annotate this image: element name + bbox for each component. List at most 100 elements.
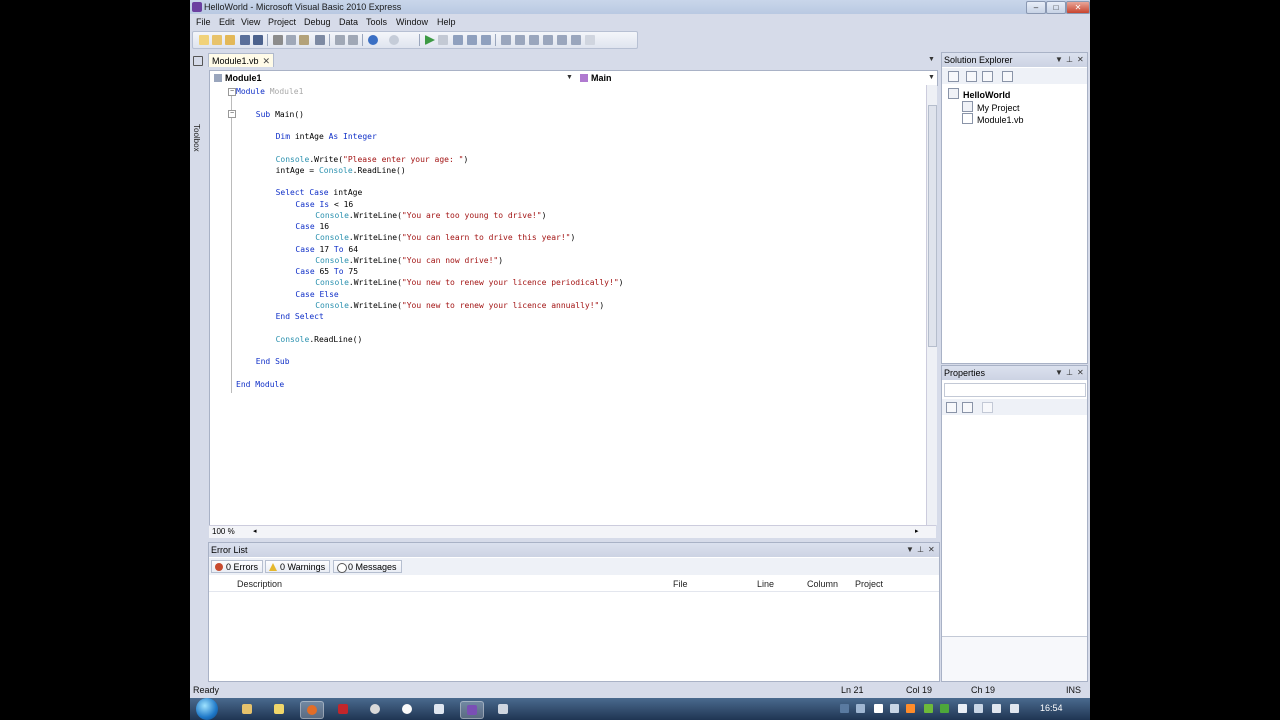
- pin-icon[interactable]: ⊥: [917, 543, 924, 557]
- taskbar-media[interactable]: [396, 701, 418, 717]
- tray-icon[interactable]: [856, 704, 865, 713]
- menu-edit[interactable]: Edit: [219, 17, 235, 27]
- show-all-files-icon[interactable]: [966, 71, 977, 82]
- tray-icon[interactable]: [906, 704, 915, 713]
- save-all-icon[interactable]: [253, 35, 263, 45]
- redo-icon[interactable]: [389, 35, 399, 45]
- column-column[interactable]: Column: [807, 579, 838, 589]
- maximize-button[interactable]: □: [1046, 1, 1066, 14]
- panel-close-icon[interactable]: ✕: [1077, 366, 1084, 380]
- open-file-icon[interactable]: [225, 35, 235, 45]
- menu-debug[interactable]: Debug: [304, 17, 331, 27]
- add-item-icon[interactable]: [212, 35, 222, 45]
- scroll-left-icon[interactable]: ◂: [253, 526, 257, 538]
- toolbox-icon[interactable]: [529, 35, 539, 45]
- taskbar-filezilla[interactable]: [332, 701, 354, 717]
- panel-close-icon[interactable]: ✕: [928, 543, 935, 557]
- method-dropdown[interactable]: Main: [580, 71, 612, 85]
- find-icon[interactable]: [315, 35, 325, 45]
- taskbar-clock[interactable]: 16:54: [1040, 703, 1063, 713]
- scroll-right-icon[interactable]: ▸: [915, 526, 919, 538]
- menu-window[interactable]: Window: [396, 17, 428, 27]
- taskbar-app[interactable]: [364, 701, 386, 717]
- menu-help[interactable]: Help: [437, 17, 456, 27]
- panel-dropdown-icon[interactable]: ▼: [1055, 366, 1063, 380]
- copy-icon[interactable]: [286, 35, 296, 45]
- pin-icon[interactable]: ⊥: [1066, 53, 1073, 67]
- toolbox-label[interactable]: Toolbox: [192, 124, 201, 152]
- step-over-icon[interactable]: [467, 35, 477, 45]
- tree-item-module1[interactable]: Module1.vb: [962, 113, 1024, 125]
- toolbox-pin-icon[interactable]: [193, 56, 203, 66]
- property-pages-icon[interactable]: [982, 402, 993, 413]
- minimize-button[interactable]: –: [1026, 1, 1046, 14]
- step-out-icon[interactable]: [481, 35, 491, 45]
- object-browser-icon[interactable]: [543, 35, 553, 45]
- save-icon[interactable]: [240, 35, 250, 45]
- step-into-icon[interactable]: [453, 35, 463, 45]
- class-dropdown[interactable]: Module1: [214, 71, 262, 85]
- volume-icon[interactable]: [1010, 704, 1019, 713]
- properties-icon[interactable]: [948, 71, 959, 82]
- stop-icon[interactable]: [438, 35, 448, 45]
- class-dropdown-arrow-icon[interactable]: ▼: [566, 71, 573, 85]
- refresh-icon[interactable]: [982, 71, 993, 82]
- close-button[interactable]: ✕: [1066, 1, 1090, 14]
- collapse-sub-icon[interactable]: −: [228, 110, 236, 118]
- tray-icon[interactable]: [890, 704, 899, 713]
- panel-close-icon[interactable]: ✕: [1077, 53, 1084, 67]
- menu-data[interactable]: Data: [339, 17, 358, 27]
- properties-window-icon[interactable]: [515, 35, 525, 45]
- toolbox-strip[interactable]: Toolbox: [190, 52, 204, 682]
- tray-icon[interactable]: [874, 704, 883, 713]
- tray-icon[interactable]: [958, 704, 967, 713]
- taskbar-firefox[interactable]: [300, 701, 324, 719]
- menu-project[interactable]: Project: [268, 17, 296, 27]
- alphabetical-icon[interactable]: [962, 402, 973, 413]
- tree-item-my-project[interactable]: My Project: [962, 101, 1020, 113]
- close-tab-icon[interactable]: ✕: [262, 54, 270, 68]
- taskbar-window[interactable]: [428, 701, 450, 717]
- column-project[interactable]: Project: [855, 579, 883, 589]
- solution-explorer-icon[interactable]: [501, 35, 511, 45]
- error-list-icon[interactable]: [557, 35, 567, 45]
- taskbar-notes[interactable]: [268, 701, 290, 717]
- toolbar-options-icon[interactable]: [585, 35, 595, 45]
- network-icon[interactable]: [992, 704, 1001, 713]
- menu-view[interactable]: View: [241, 17, 260, 27]
- menu-file[interactable]: File: [196, 17, 211, 27]
- column-description[interactable]: Description: [237, 579, 282, 589]
- properties-object-dropdown[interactable]: [944, 383, 1086, 397]
- tray-icon[interactable]: [940, 704, 949, 713]
- menu-tools[interactable]: Tools: [366, 17, 387, 27]
- taskbar-paint[interactable]: [492, 701, 514, 717]
- scrollbar-thumb[interactable]: [928, 105, 937, 347]
- taskbar-visual-basic[interactable]: [460, 701, 484, 719]
- categorized-icon[interactable]: [946, 402, 957, 413]
- cut-icon[interactable]: [273, 35, 283, 45]
- panel-dropdown-icon[interactable]: ▼: [1055, 53, 1063, 67]
- start-debugging-icon[interactable]: [425, 35, 435, 45]
- code-editor[interactable]: − − Module Module1 Sub Main() Dim intAge A…: [209, 85, 927, 525]
- new-project-icon[interactable]: [199, 35, 209, 45]
- editor-vertical-scrollbar[interactable]: [926, 85, 937, 525]
- tray-icon[interactable]: [974, 704, 983, 713]
- column-line[interactable]: Line: [757, 579, 774, 589]
- tree-project-helloworld[interactable]: HelloWorld: [948, 88, 1010, 100]
- method-dropdown-arrow-icon[interactable]: ▼: [928, 71, 935, 85]
- collapse-module-icon[interactable]: −: [228, 88, 236, 96]
- start-button[interactable]: [196, 698, 218, 720]
- paste-icon[interactable]: [299, 35, 309, 45]
- taskbar-explorer[interactable]: [236, 701, 258, 717]
- tab-module1[interactable]: Module1.vb ✕: [208, 53, 274, 67]
- extension-manager-icon[interactable]: [571, 35, 581, 45]
- zoom-level[interactable]: 100 %: [212, 526, 235, 538]
- messages-filter-button[interactable]: 0 Messages: [333, 560, 402, 573]
- errors-filter-button[interactable]: 0 Errors: [211, 560, 264, 573]
- view-code-icon[interactable]: [1002, 71, 1013, 82]
- pin-icon[interactable]: ⊥: [1066, 366, 1073, 380]
- undo-icon[interactable]: [368, 35, 378, 45]
- tray-icon[interactable]: [924, 704, 933, 713]
- uncomment-icon[interactable]: [348, 35, 358, 45]
- warnings-filter-button[interactable]: 0 Warnings: [265, 560, 331, 573]
